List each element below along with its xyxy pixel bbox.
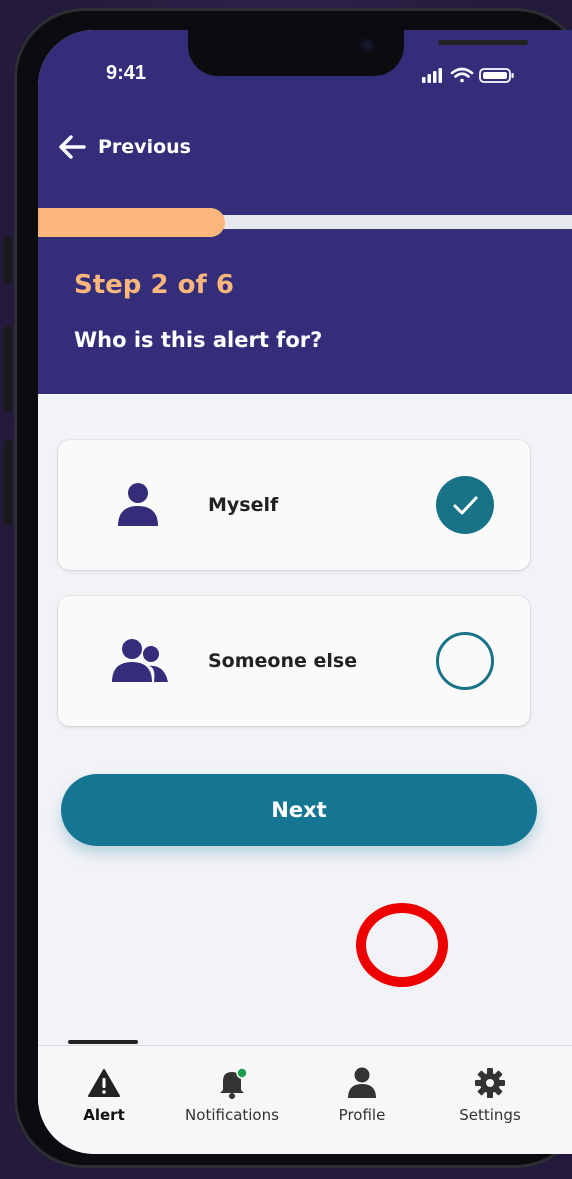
question-title: Who is this alert for?: [74, 328, 323, 352]
tab-settings[interactable]: Settings: [430, 1066, 550, 1124]
speaker: [438, 40, 528, 45]
person-icon: [348, 1067, 376, 1098]
option-someone-else[interactable]: Someone else: [58, 596, 530, 726]
notch: [188, 30, 528, 76]
volume-up-button: [4, 326, 12, 412]
tab-label: Alert: [83, 1106, 125, 1124]
option-label: Someone else: [208, 650, 358, 672]
back-button[interactable]: Previous: [58, 132, 191, 162]
bell-icon: [220, 1067, 248, 1099]
back-label: Previous: [98, 136, 191, 158]
option-myself[interactable]: Myself: [58, 440, 530, 570]
tab-label: Settings: [459, 1106, 521, 1124]
radio-unchecked[interactable]: [436, 632, 494, 690]
mute-switch: [4, 236, 12, 284]
front-camera: [360, 38, 374, 52]
active-tab-indicator: [68, 1040, 138, 1044]
people-icon: [112, 639, 168, 682]
tab-bar: Alert Notifications Profile Settings: [38, 1040, 572, 1154]
next-button[interactable]: Next: [61, 774, 537, 846]
tab-notifications[interactable]: Notifications: [172, 1066, 292, 1124]
volume-down-button: [4, 440, 12, 526]
option-label: Myself: [208, 494, 279, 516]
red-circle-annotation: [356, 903, 448, 987]
arrow-left-icon: [59, 135, 86, 159]
tab-alert[interactable]: Alert: [44, 1066, 164, 1124]
radio-checked[interactable]: [436, 476, 494, 534]
status-time: 9:41: [106, 62, 147, 84]
warning-icon: [88, 1069, 120, 1097]
battery-icon: [479, 68, 514, 83]
step-label: Step 2 of 6: [74, 270, 234, 300]
person-icon: [118, 483, 158, 526]
signal-icon: [422, 68, 442, 83]
check-icon: [453, 496, 478, 515]
tab-label: Notifications: [185, 1106, 279, 1124]
wifi-icon: [450, 67, 474, 83]
header: 9:41 Previous Step 2 of 6 Who is this al…: [38, 30, 572, 394]
tab-label: Profile: [338, 1106, 386, 1124]
tab-profile[interactable]: Profile: [302, 1066, 422, 1124]
progress-fill: [38, 208, 225, 237]
phone-screen: 9:41 Previous Step 2 of 6 Who is this al…: [38, 30, 572, 1154]
gear-icon: [475, 1068, 505, 1098]
status-icons: [422, 66, 522, 84]
